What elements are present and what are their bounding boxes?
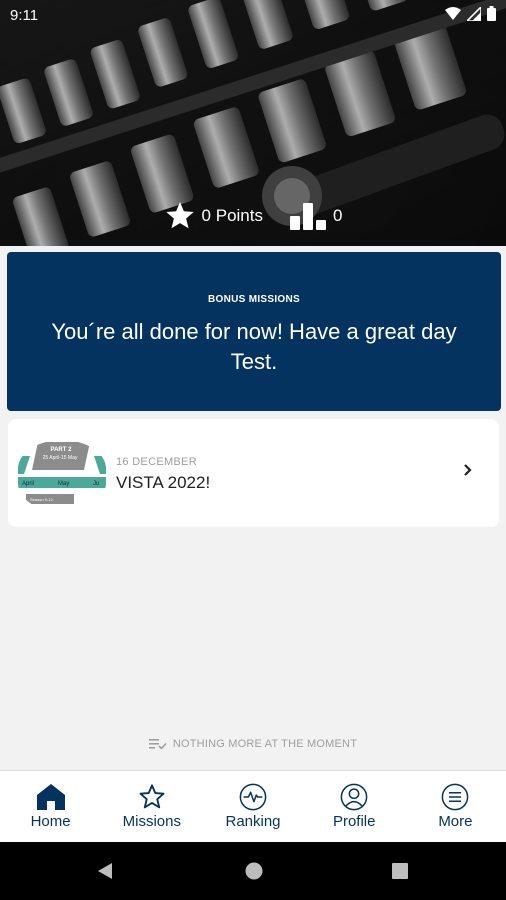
checklist-icon (148, 739, 167, 750)
stats-row: 0 Points 0 (0, 200, 506, 232)
star-outline-icon (139, 784, 165, 809)
bonus-missions-banner: BONUS MISSIONS You´re all done for now! … (7, 252, 501, 411)
status-bar: 9:11 (0, 0, 506, 32)
tab-ranking-label: Ranking (225, 813, 281, 830)
back-icon[interactable] (95, 861, 115, 881)
thumb-month-3: Ju (93, 481, 99, 487)
thumb-month-2: May (58, 481, 69, 487)
status-time: 9:11 (10, 7, 39, 24)
tab-missions[interactable]: Missions (101, 771, 202, 843)
mission-title: VISTA 2022! (116, 473, 211, 492)
menu-circle-icon (442, 783, 469, 811)
recents-icon[interactable] (390, 861, 410, 881)
user-circle-icon (340, 783, 368, 811)
thumb-dates-text: 25 April-15 May (43, 455, 78, 461)
mission-date: 16 DECEMBER (116, 456, 197, 468)
tab-profile-label: Profile (332, 813, 376, 830)
bottom-tab-bar: Home Missions Ranking Profile More (0, 770, 506, 843)
thumb-part-text: PART 2 (51, 447, 73, 453)
mission-thumbnail: PART 2 25 April-15 May April May Ju Seas… (18, 440, 106, 512)
signal-icon (467, 6, 481, 21)
tab-home[interactable]: Home (0, 771, 101, 843)
tab-ranking[interactable]: Ranking (202, 771, 303, 843)
tab-profile[interactable]: Profile (304, 771, 405, 843)
rank-stat[interactable]: 0 (289, 201, 342, 231)
android-nav-bar (0, 842, 506, 900)
activity-icon (239, 783, 267, 811)
home-circle-icon[interactable] (244, 861, 264, 881)
tab-more[interactable]: More (405, 771, 506, 843)
podium-icon (289, 203, 326, 230)
nothing-more-note: NOTHING MORE AT THE MOMENT (0, 738, 506, 750)
tab-more-label: More (438, 813, 473, 830)
thumb-footer-text: Season 9-12 (30, 497, 53, 502)
thumb-month-1: April (22, 481, 34, 487)
rank-label: 0 (332, 206, 343, 225)
points-stat[interactable]: 0 Points (164, 200, 263, 232)
banner-kicker: BONUS MISSIONS (208, 294, 300, 305)
mission-card[interactable]: PART 2 25 April-15 May April May Ju Seas… (8, 419, 499, 527)
wifi-icon (445, 6, 461, 20)
battery-icon (487, 6, 496, 21)
tab-home-label: Home (30, 813, 71, 830)
points-label: 0 Points (201, 206, 263, 225)
star-icon (165, 202, 194, 229)
chevron-right-icon (464, 464, 472, 476)
home-icon (36, 784, 65, 810)
banner-message: You´re all done for now! Have a great da… (51, 319, 457, 374)
hero-header: 9:11 0 Points 0 (0, 0, 506, 246)
nothing-more-text: NOTHING MORE AT THE MOMENT (172, 738, 358, 750)
tab-missions-label: Missions (122, 813, 181, 830)
